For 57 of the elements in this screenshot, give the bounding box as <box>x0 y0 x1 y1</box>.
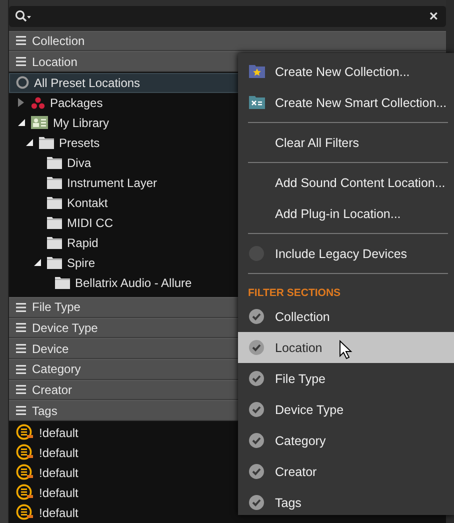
tree-item-label: Rapid <box>67 236 98 250</box>
menu-icon <box>16 323 26 332</box>
menu-icon <box>16 57 26 66</box>
menu-item[interactable]: Add Plug-in Location... <box>238 198 454 229</box>
collapsed-arrow-icon[interactable] <box>18 98 24 108</box>
menu-item[interactable]: Tags <box>238 487 454 518</box>
tag-label: !default <box>39 466 78 480</box>
tree-item-label: Presets <box>59 136 100 150</box>
folder-icon <box>47 216 62 230</box>
folder-icon <box>55 276 70 290</box>
plug-icon <box>16 484 34 502</box>
packages-icon <box>31 96 45 109</box>
smart-folder-icon <box>248 96 264 109</box>
tree-item-label: Bellatrix Audio - Allure <box>75 276 192 290</box>
tree-item-label: Packages <box>50 96 103 110</box>
folder-icon <box>47 156 62 170</box>
tree-item-label: MIDI CC <box>67 216 113 230</box>
plug-icon <box>16 424 34 442</box>
tree-item-label: All Preset Locations <box>34 76 140 90</box>
folder-icon <box>47 176 62 190</box>
expanded-arrow-icon[interactable] <box>18 119 24 126</box>
menu-item[interactable]: Creator <box>238 456 454 487</box>
expanded-arrow-icon[interactable] <box>26 139 32 146</box>
menu-icon <box>16 344 26 354</box>
tag-label: !default <box>39 426 78 440</box>
menu-icon <box>16 406 26 416</box>
menu-icon <box>16 36 26 46</box>
menu-icon <box>16 364 26 374</box>
search-icon[interactable] <box>15 10 32 22</box>
radio-icon <box>16 76 29 90</box>
tree-item-label: Spire <box>67 256 96 270</box>
tag-label: !default <box>39 486 78 500</box>
menu-item[interactable]: Location <box>238 332 454 363</box>
plug-icon <box>16 464 34 482</box>
tree-item-label: Instrument Layer <box>67 176 158 190</box>
filter-section-header[interactable]: Collection <box>9 30 446 52</box>
plug-icon <box>16 444 34 462</box>
menu-icon <box>16 385 26 394</box>
tree-item-label: Kontakt <box>67 196 108 210</box>
library-card-icon <box>31 116 48 130</box>
tree-item-label: My Library <box>53 116 110 130</box>
tree-item-label: Diva <box>67 156 92 170</box>
tag-label: !default <box>39 446 78 460</box>
menu-item[interactable]: Category <box>238 425 454 456</box>
folder-icon <box>47 196 62 210</box>
plug-icon <box>16 504 34 522</box>
search-field[interactable]: × <box>9 6 446 27</box>
mouse-cursor-icon <box>339 340 353 360</box>
folder-icon <box>47 256 62 270</box>
folder-icon <box>39 136 54 150</box>
tag-label: !default <box>39 506 78 520</box>
star-folder-icon <box>248 65 264 78</box>
folder-icon <box>47 236 62 250</box>
menu-icon <box>16 302 26 312</box>
menu-item[interactable]: Include Legacy Devices <box>238 238 454 269</box>
clear-button[interactable]: × <box>429 8 438 24</box>
expanded-arrow-icon[interactable] <box>34 259 40 266</box>
